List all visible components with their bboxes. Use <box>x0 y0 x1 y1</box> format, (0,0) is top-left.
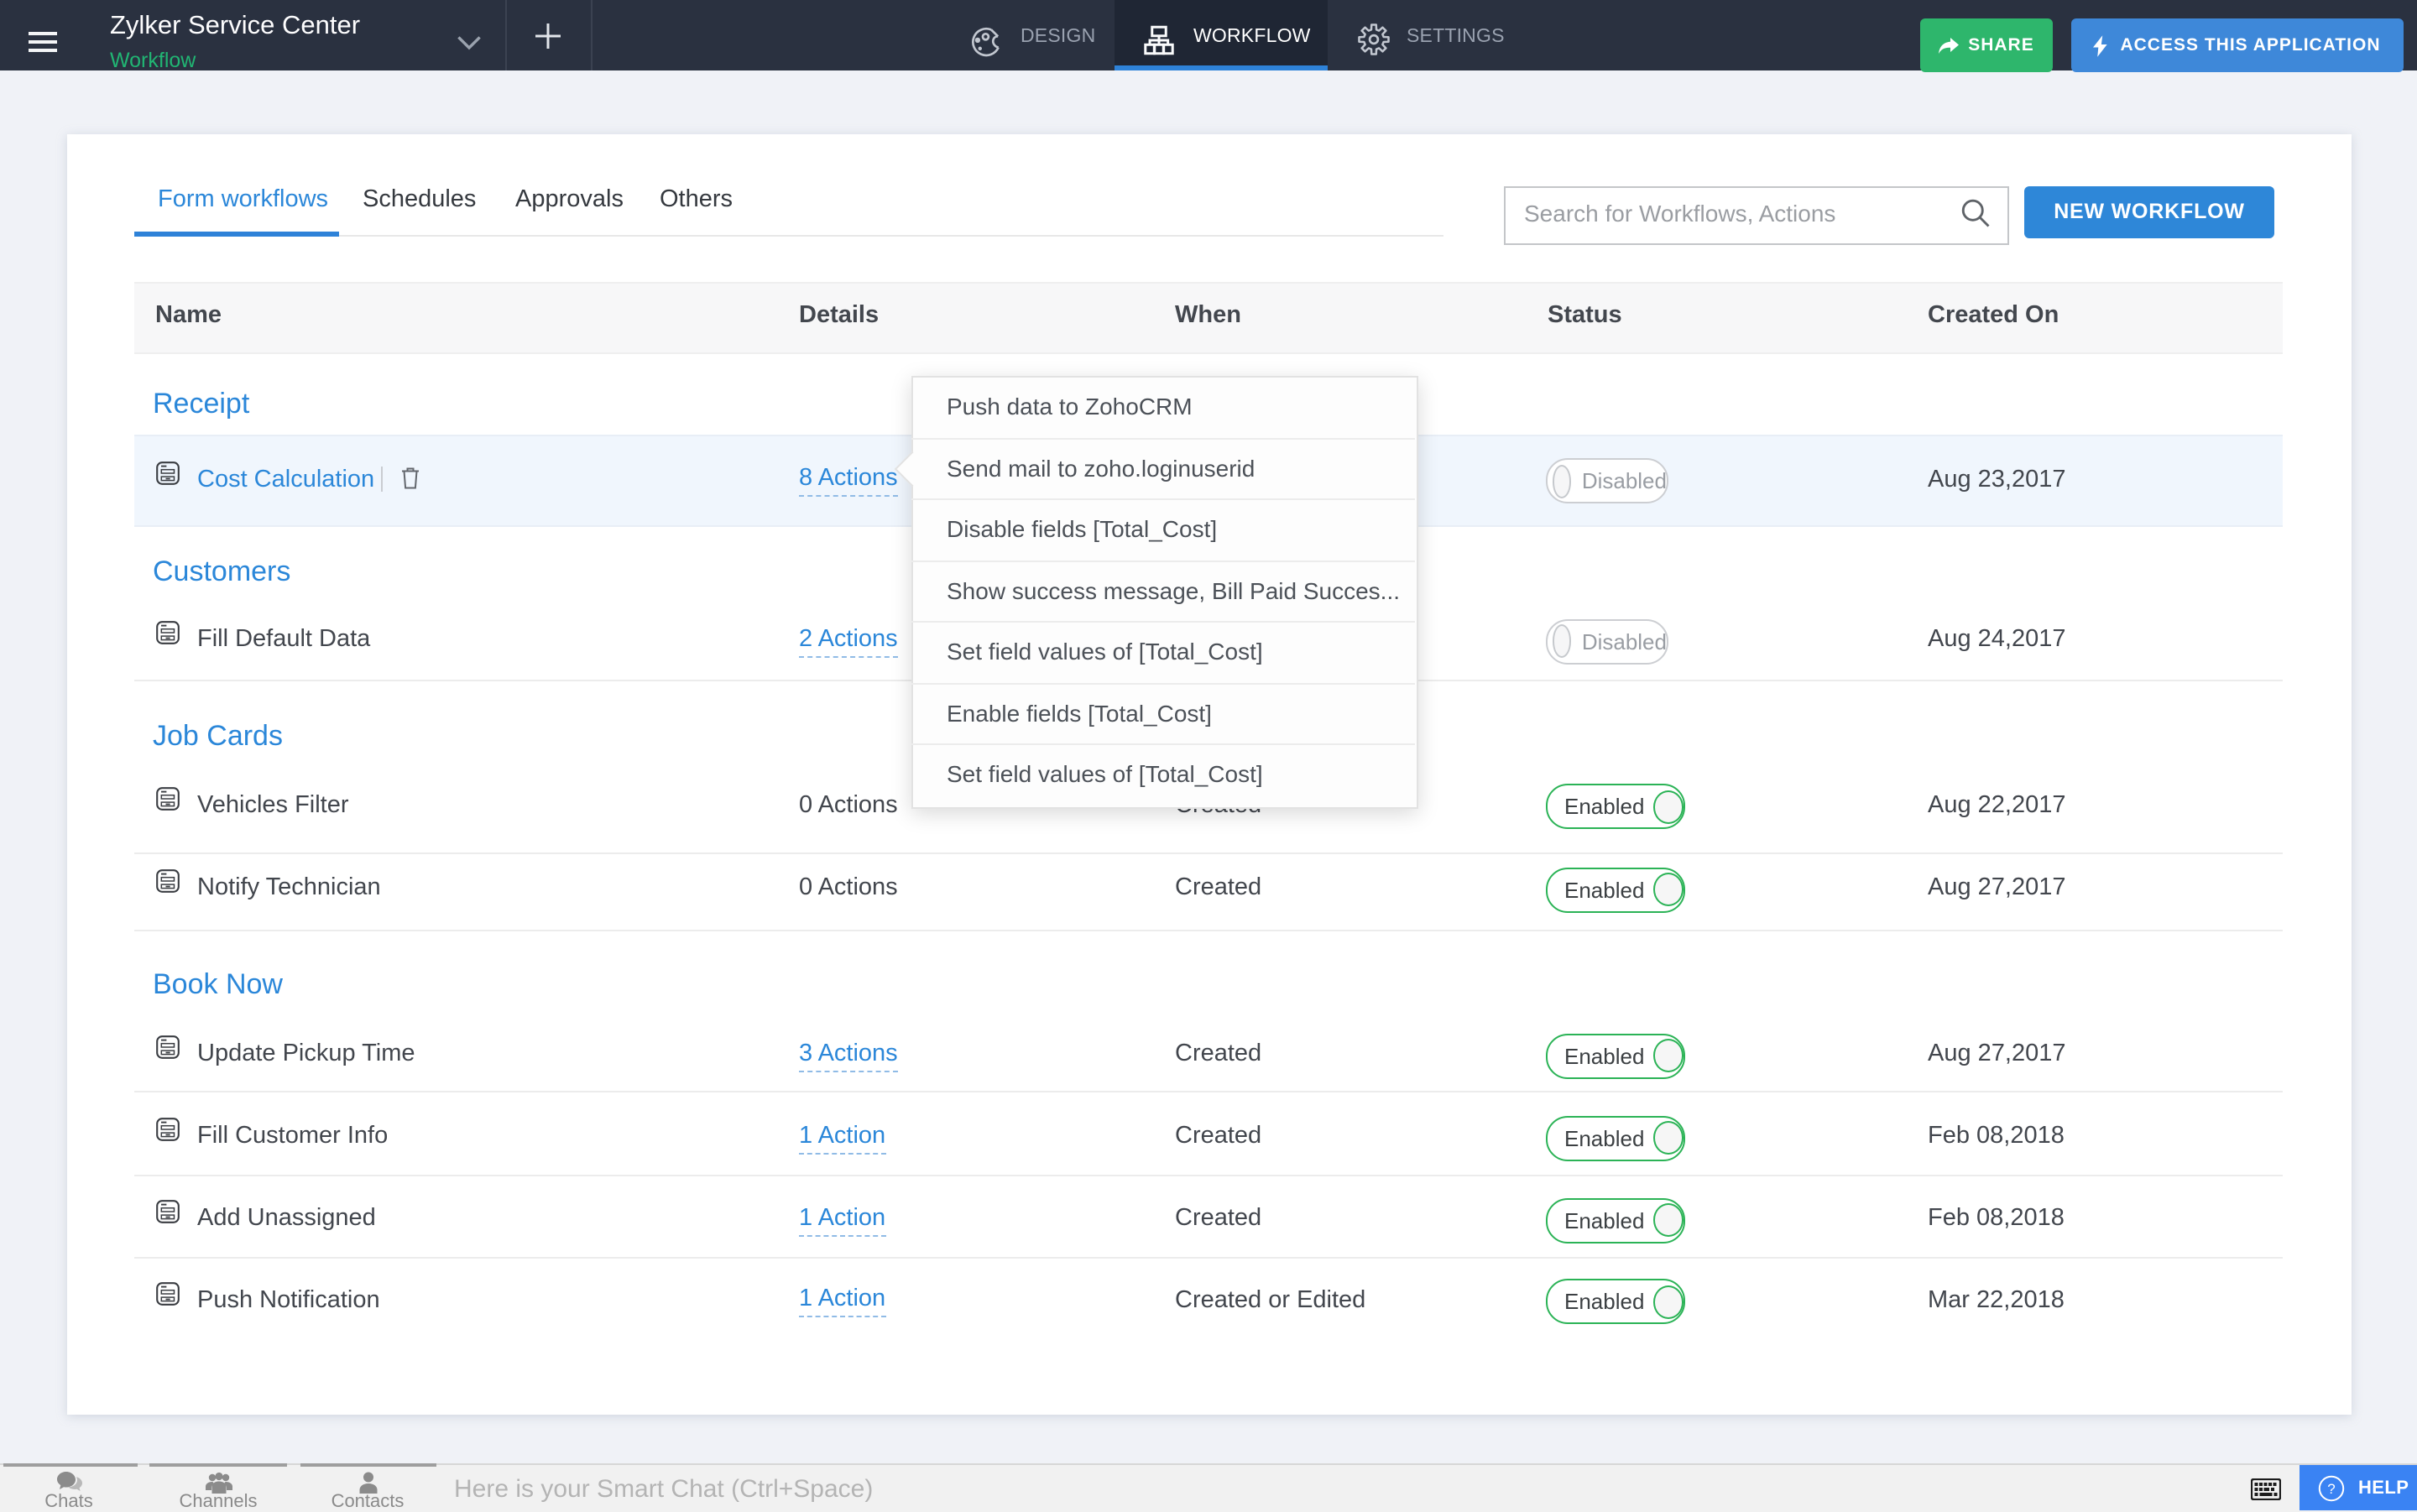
svg-text:?: ? <box>2327 1480 2335 1496</box>
